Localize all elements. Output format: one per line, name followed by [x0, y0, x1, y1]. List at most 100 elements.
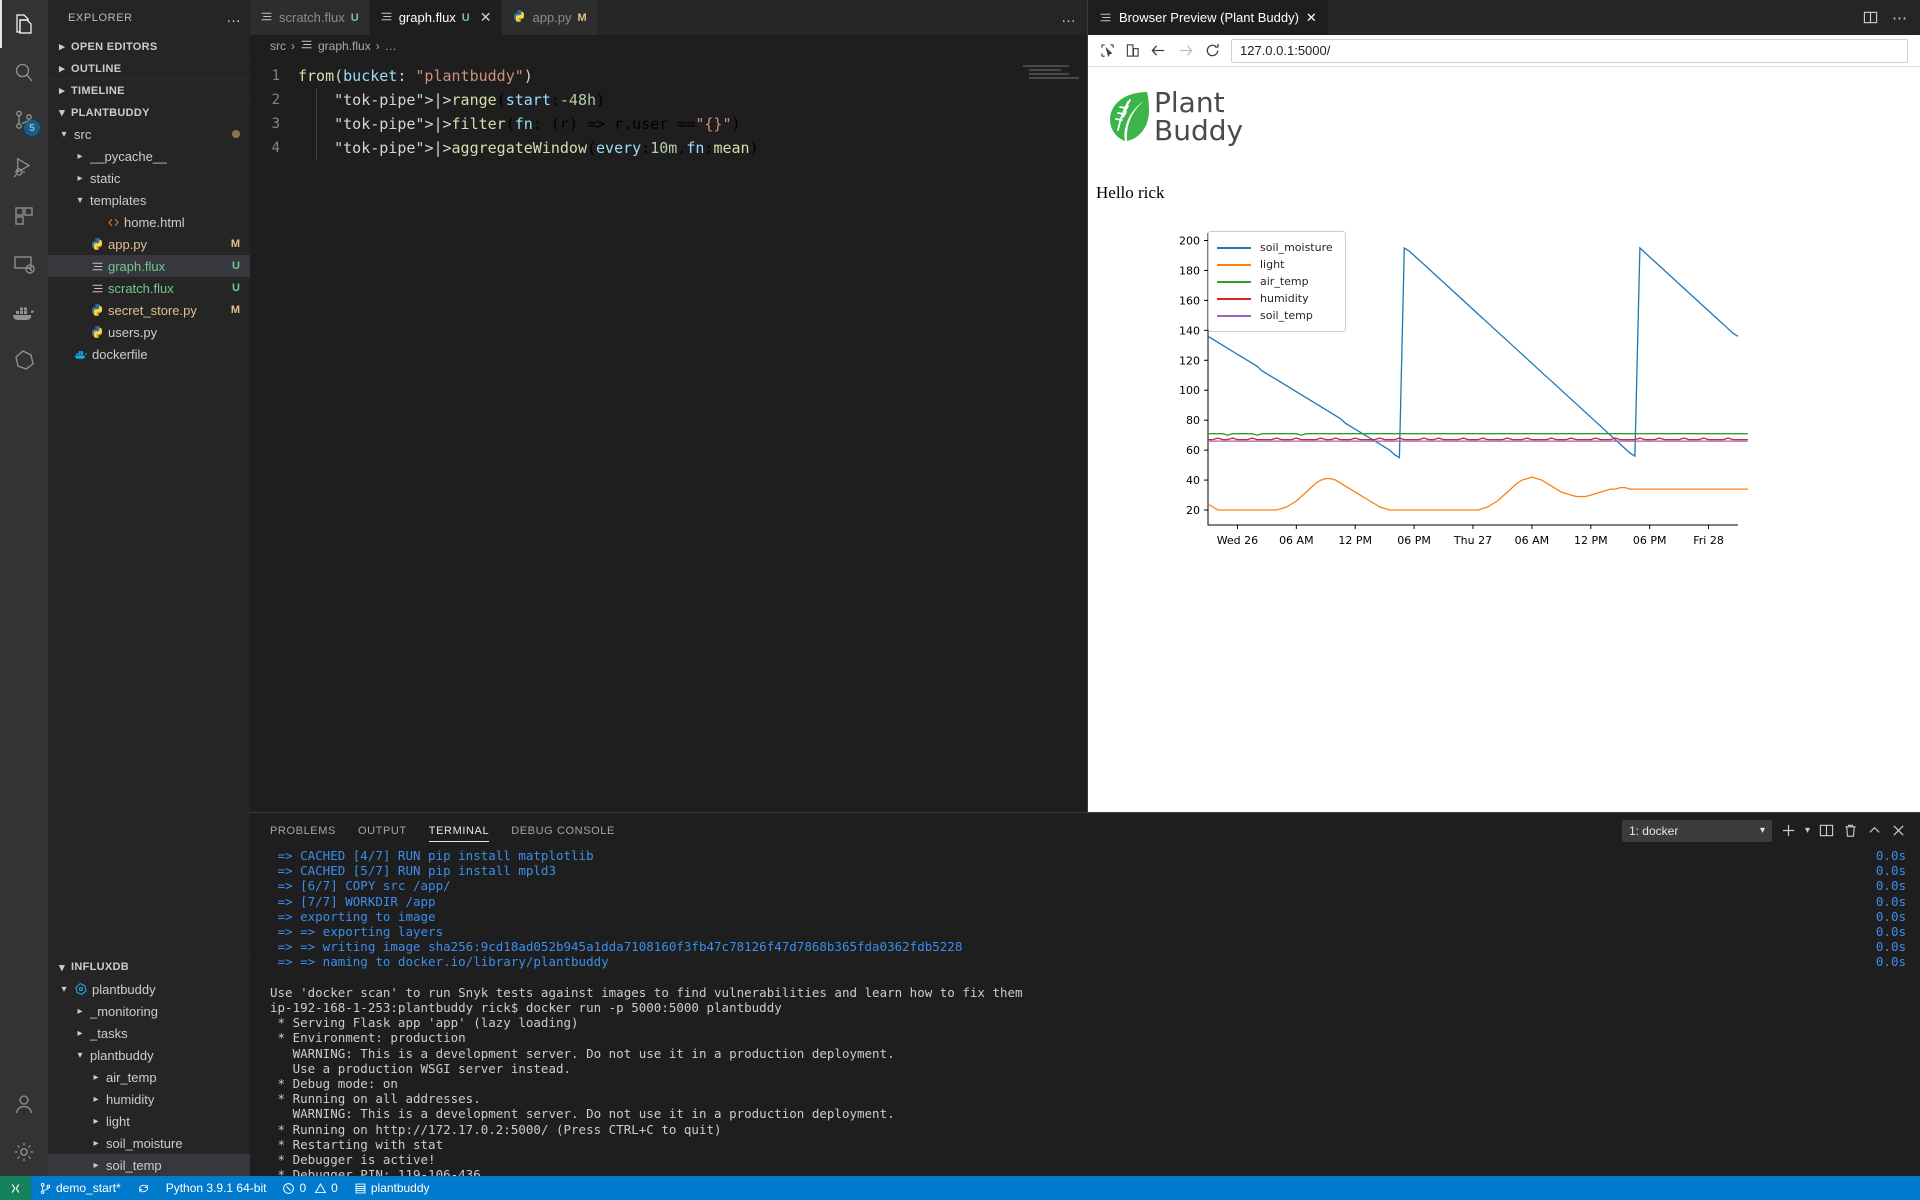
chevron-right-icon[interactable]: ▸ [72, 1006, 88, 1017]
sidebar-section-plantbuddy[interactable]: ▾ PLANTBUDDY [48, 101, 250, 123]
file-tree-item-scratch.flux[interactable]: scratch.flux U [48, 277, 250, 299]
influx-tree-item-air_temp[interactable]: ▸ air_temp [48, 1066, 250, 1088]
influx-tree-item-humidity[interactable]: ▸ humidity [48, 1088, 250, 1110]
add-terminal-icon[interactable] [1781, 823, 1796, 838]
influx-tree-item-_monitoring[interactable]: ▸ _monitoring [48, 1000, 250, 1022]
status-sync[interactable] [129, 1176, 158, 1200]
activitybar-influxdb[interactable] [0, 336, 48, 384]
forward-icon[interactable] [1177, 42, 1194, 59]
breadcrumb-item-0[interactable]: src [270, 39, 286, 53]
tab-scratch-flux[interactable]: scratch.flux U [250, 0, 370, 35]
terminal-line: * Running on http://172.17.0.2:5000/ (Pr… [270, 1121, 722, 1137]
sidebar-section-influxdb[interactable]: ▾ INFLUXDB [48, 956, 250, 978]
influx-tree-item-soil_moisture[interactable]: ▸ soil_moisture [48, 1132, 250, 1154]
status-influx-connection[interactable]: plantbuddy [346, 1176, 438, 1200]
sidebar-section-open-editors[interactable]: ▸ OPEN EDITORS [48, 35, 250, 57]
chevron-right-icon[interactable]: ▸ [72, 173, 88, 184]
terminal-line: => => exporting layers [270, 924, 444, 940]
chevron-right-icon[interactable]: ▸ [72, 1028, 88, 1039]
panel-tab-terminal[interactable]: TERMINAL [428, 813, 490, 848]
activitybar-extensions[interactable] [0, 192, 48, 240]
influxdb-panel: ▾ INFLUXDB ▾ plantbuddy ▸ _monitoring ▸ _task… [48, 955, 250, 1176]
breadcrumb-item-2[interactable]: … [385, 39, 397, 53]
sidebar-more-actions[interactable]: … [226, 9, 242, 26]
terminal-selector[interactable]: 1: docker ▾ [1621, 819, 1772, 842]
activitybar-search[interactable] [0, 48, 48, 96]
terminal-duration [1876, 1000, 1906, 1015]
more-actions-icon[interactable]: … [1061, 9, 1077, 26]
split-editor-icon[interactable] [1863, 10, 1878, 25]
url-input[interactable]: 127.0.0.1:5000/ [1231, 38, 1908, 63]
chevron-down-icon[interactable]: ▾ [56, 984, 72, 995]
status-branch[interactable]: demo_start* [31, 1176, 129, 1200]
chevron-right-icon[interactable]: ▸ [88, 1094, 104, 1105]
file-tree-item-app.py[interactable]: app.py M [48, 233, 250, 255]
terminal-line: => CACHED [5/7] RUN pip install mpld3 [270, 863, 556, 879]
activitybar-run-debug[interactable] [0, 144, 48, 192]
chevron-down-icon[interactable]: ▾ [72, 1050, 88, 1061]
file-tree-item-static[interactable]: ▸ static [48, 167, 250, 189]
file-tree-item-src[interactable]: ▾ src [48, 123, 250, 145]
file-tree-item-users.py[interactable]: users.py [48, 321, 250, 343]
breadcrumb-item-1[interactable]: graph.flux [318, 39, 371, 53]
file-tree-item-secret_store.py[interactable]: secret_store.py M [48, 299, 250, 321]
legend-item-humidity: humidity [1217, 290, 1333, 307]
file-tree-item-home.html[interactable]: home.html [48, 211, 250, 233]
chevron-right-icon[interactable]: ▸ [88, 1116, 104, 1127]
sidebar-section-label: PLANTBUDDY [71, 106, 150, 119]
close-icon[interactable]: ✕ [1306, 10, 1317, 26]
tab-graph-flux[interactable]: graph.flux U ✕ [369, 0, 503, 35]
terminal-dropdown-icon[interactable]: ▾ [1805, 825, 1810, 836]
influx-tree-item-light[interactable]: ▸ light [48, 1110, 250, 1132]
panel-tab-problems[interactable]: PROBLEMS [270, 813, 336, 848]
activitybar-settings[interactable] [0, 1128, 48, 1176]
influx-tree-item-soil_temp[interactable]: ▸ soil_temp [48, 1154, 250, 1176]
chevron-right-icon[interactable]: ▸ [88, 1138, 104, 1149]
svg-text:Thu 27: Thu 27 [1453, 534, 1492, 547]
file-tree-item-dockerfile[interactable]: dockerfile [48, 343, 250, 365]
logo-wordmark: Plant Buddy [1154, 89, 1243, 145]
activitybar-source-control[interactable]: 5 [0, 96, 48, 144]
activitybar-accounts[interactable] [0, 1080, 48, 1128]
inspect-icon[interactable] [1100, 43, 1115, 58]
file-tree-item-templates[interactable]: ▾ templates [48, 189, 250, 211]
svg-text:12 PM: 12 PM [1338, 534, 1372, 547]
chevron-down-icon[interactable]: ▾ [72, 195, 88, 206]
influx-tree-item-plantbuddy[interactable]: ▾ plantbuddy [48, 1044, 250, 1066]
status-remote[interactable] [0, 1176, 31, 1200]
sidebar-section-timeline[interactable]: ▸ TIMELINE [48, 79, 250, 101]
maximize-panel-icon[interactable] [1867, 823, 1882, 838]
tab-browser-preview[interactable]: Browser Preview (Plant Buddy) ✕ [1088, 0, 1328, 35]
device-toggle-icon[interactable] [1125, 43, 1140, 58]
close-panel-icon[interactable] [1891, 823, 1906, 838]
split-terminal-icon[interactable] [1819, 823, 1834, 838]
terminal-output[interactable]: => CACHED [4/7] RUN pip install matplotl… [250, 848, 1920, 1176]
tab-app-py[interactable]: app.py M [502, 0, 598, 35]
back-icon[interactable] [1150, 42, 1167, 59]
file-tree-item-graph.flux[interactable]: graph.flux U [48, 255, 250, 277]
panel-tab-debug-console[interactable]: DEBUG CONSOLE [511, 813, 615, 848]
chevron-down-icon[interactable]: ▾ [56, 129, 72, 140]
sidebar-section-outline[interactable]: ▸ OUTLINE [48, 57, 250, 79]
influx-tree-item-plantbuddy[interactable]: ▾ plantbuddy [48, 978, 250, 1000]
chevron-right-icon[interactable]: ▸ [88, 1072, 104, 1083]
status-interpreter[interactable]: Python 3.9.1 64-bit [158, 1176, 275, 1200]
influx-tree-item-_tasks[interactable]: ▸ _tasks [48, 1022, 250, 1044]
activitybar-explorer[interactable] [0, 0, 48, 48]
chevron-right-icon[interactable]: ▸ [88, 1160, 104, 1171]
file-tree-item-__pycache__[interactable]: ▸ __pycache__ [48, 145, 250, 167]
kill-terminal-icon[interactable] [1843, 823, 1858, 838]
breadcrumb[interactable]: src › graph.flux ›… [250, 35, 1087, 57]
activitybar-remote-explorer[interactable] [0, 240, 48, 288]
close-icon[interactable]: ✕ [480, 9, 492, 26]
activitybar-docker[interactable] [0, 288, 48, 336]
chevron-right-icon[interactable]: ▸ [72, 151, 88, 162]
editor-tab-actions[interactable]: … [1061, 0, 1087, 35]
reload-icon[interactable] [1204, 42, 1221, 59]
panel-tab-output[interactable]: OUTPUT [358, 813, 407, 848]
status-problems[interactable]: 0 0 [274, 1176, 345, 1200]
code-editor[interactable]: 1 from(bucket: "plantbuddy") 2 "tok-pipe">… [250, 57, 1087, 812]
minimap[interactable] [1017, 57, 1087, 812]
svg-text:180: 180 [1179, 264, 1200, 277]
more-actions-icon[interactable]: ⋯ [1892, 9, 1908, 27]
